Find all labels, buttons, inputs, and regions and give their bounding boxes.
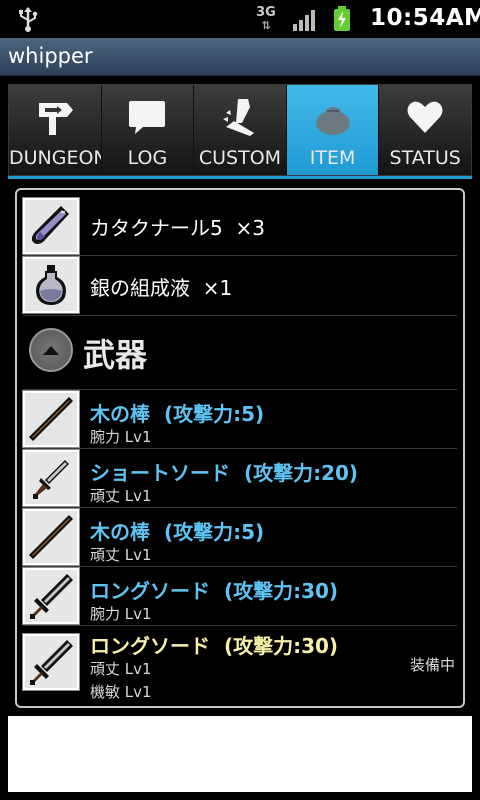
weapon-list-item[interactable]: ロングソード (攻撃力:30) 腕力 Lv1: [22, 567, 457, 626]
weapon-stat: 腕力 Lv1: [90, 428, 152, 446]
hammer-icon: [222, 99, 254, 136]
weapon-stat: 腕力 Lv1: [90, 605, 152, 623]
clock: 10:54AM: [370, 5, 480, 31]
potion-tube-icon: [22, 197, 80, 255]
tab-custom[interactable]: CUSTOM: [194, 85, 287, 175]
section-title: 武器: [83, 336, 148, 374]
weapon-name: 木の棒: [90, 520, 150, 544]
item-count: ×1: [202, 276, 233, 300]
tab-label: ITEM: [309, 147, 356, 169]
item-name: 銀の組成液: [90, 276, 190, 300]
list-item[interactable]: 銀の組成液 ×1: [22, 256, 457, 316]
flask-icon: [22, 256, 80, 314]
item-name-row: カタクナール5 ×3: [90, 212, 265, 241]
tab-label: DUNGEON: [9, 147, 102, 169]
dagger-icon: [22, 449, 80, 507]
weapon-name-row: 木の棒 (攻撃力:5): [90, 516, 264, 545]
stick-icon: [22, 508, 80, 566]
weapon-stat: 頑丈 Lv1: [90, 487, 152, 505]
weapon-stat: 機敏 Lv1: [90, 683, 152, 701]
item-name-row: 銀の組成液 ×1: [90, 272, 232, 301]
tab-item[interactable]: ITEM: [286, 85, 380, 175]
weapon-list-item[interactable]: 木の棒 (攻撃力:5) 腕力 Lv1: [22, 390, 457, 449]
speech-bubble-icon: [129, 101, 166, 134]
weapon-name: 木の棒: [90, 402, 150, 426]
tab-indicator-line: [8, 176, 472, 179]
signpost-icon: [38, 103, 73, 135]
signal-icon: [293, 10, 315, 31]
weapon-list-item[interactable]: 木の棒 (攻撃力:5) 頑丈 Lv1: [22, 508, 457, 567]
collapse-arrow-icon[interactable]: [29, 328, 73, 372]
tab-dungeon[interactable]: DUNGEON: [9, 85, 102, 175]
sword-icon: [22, 567, 80, 625]
network-type: 3G: [256, 5, 276, 20]
section-header-weapons[interactable]: 武器: [23, 316, 457, 390]
weapon-list-item-equipped[interactable]: ロングソード (攻撃力:30) 頑丈 Lv1 機敏 Lv1 装備中: [22, 626, 457, 704]
weapon-name: ショートソード: [90, 461, 230, 485]
item-count: ×3: [235, 216, 265, 240]
weapon-name: ロングソード: [90, 634, 210, 658]
bag-icon: [315, 107, 350, 135]
weapon-name-row: ショートソード (攻撃力:20): [90, 457, 358, 486]
tab-log[interactable]: LOG: [101, 85, 195, 175]
app-title-bar: whipper: [0, 38, 480, 76]
item-name: カタクナール5: [90, 216, 223, 240]
weapon-attack: (攻撃力:5): [163, 520, 265, 544]
network-indicator: 3G ⇅: [252, 6, 280, 32]
heart-icon: [407, 101, 443, 133]
weapon-attack: (攻撃力:5): [163, 402, 265, 426]
weapon-attack: (攻撃力:30): [223, 579, 339, 603]
app-title: whipper: [8, 44, 93, 68]
equipped-badge: 装備中: [409, 656, 455, 674]
ad-banner-area: [8, 716, 472, 792]
tab-label: STATUS: [389, 147, 461, 169]
weapon-list-item[interactable]: ショートソード (攻撃力:20) 頑丈 Lv1: [22, 449, 457, 508]
tab-status[interactable]: STATUS: [379, 85, 471, 175]
battery-charging-icon: [334, 6, 350, 31]
weapon-name-row: ロングソード (攻撃力:30): [90, 575, 338, 604]
tab-label: CUSTOM: [198, 147, 282, 169]
weapon-stat: 頑丈 Lv1: [90, 660, 152, 678]
usb-icon: [19, 7, 38, 32]
weapon-name-row: ロングソード (攻撃力:30): [90, 630, 338, 659]
stick-icon: [22, 390, 80, 448]
weapon-attack: (攻撃力:20): [243, 461, 359, 485]
item-list[interactable]: カタクナール5 ×3 銀の組成液 ×1 武器 木の棒 (攻撃力:5) 腕力 Lv…: [15, 188, 465, 708]
data-arrows-icon: ⇅: [261, 19, 271, 32]
tab-label: LOG: [127, 147, 168, 169]
tab-bar: DUNGEON LOG CUSTOM ITEM STATUS: [8, 84, 472, 176]
weapon-attack: (攻撃力:30): [223, 634, 339, 658]
weapon-stat: 頑丈 Lv1: [90, 546, 152, 564]
list-item[interactable]: カタクナール5 ×3: [22, 196, 457, 256]
weapon-name-row: 木の棒 (攻撃力:5): [90, 398, 264, 427]
sword-icon: [22, 633, 80, 691]
weapon-name: ロングソード: [90, 579, 210, 603]
status-bar: 3G ⇅ 10:54AM: [0, 0, 480, 38]
